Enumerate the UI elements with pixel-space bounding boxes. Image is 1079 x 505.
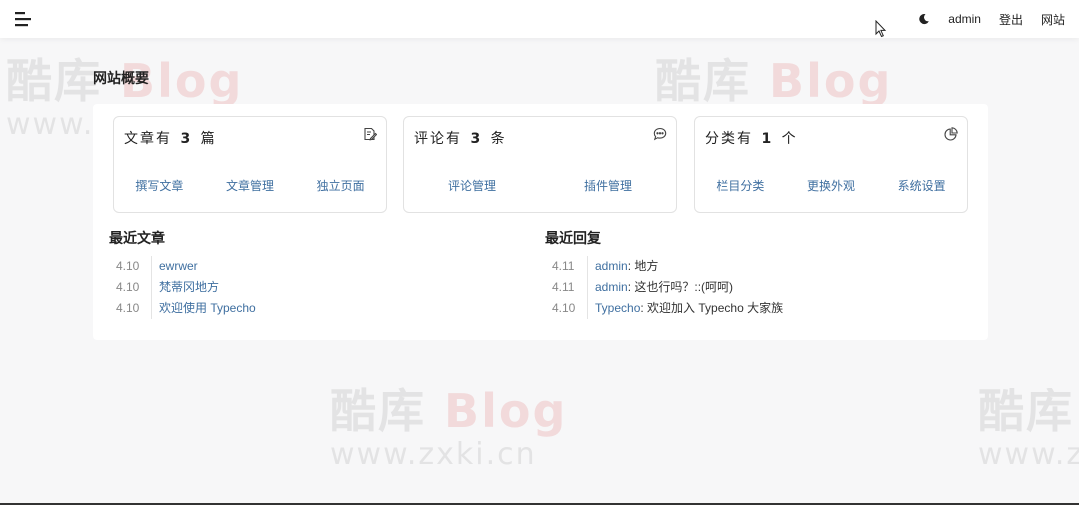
list-item: 4.10 梵蒂冈地方	[116, 277, 256, 298]
watermark: 酷库 Blog www.zxki.cn	[978, 388, 1079, 470]
manage-plugins-link[interactable]: 插件管理	[584, 177, 632, 194]
write-post-link[interactable]: 撰写文章	[135, 177, 183, 194]
stat-title: 评论有 3 条	[414, 131, 507, 147]
stat-card-posts: 文章有 3 篇 撰写文章 文章管理 独立页面	[113, 116, 387, 213]
categories-link[interactable]: 栏目分类	[716, 177, 764, 194]
post-title-link[interactable]: 梵蒂冈地方	[159, 277, 219, 298]
stat-links: 栏目分类 更换外观 系统设置	[695, 177, 967, 194]
stat-card-categories: 分类有 1 个 栏目分类 更换外观 系统设置	[694, 116, 968, 213]
settings-link[interactable]: 系统设置	[898, 177, 946, 194]
reply-date: 4.11	[552, 256, 588, 277]
post-date: 4.10	[116, 277, 152, 298]
stat-links: 评论管理 插件管理	[404, 177, 676, 194]
list-item: 4.10 欢迎使用 Typecho	[116, 298, 256, 319]
pie-chart-icon	[944, 127, 958, 141]
stat-title: 文章有 3 篇	[124, 131, 217, 147]
stat-card-comments: 评论有 3 条 评论管理 插件管理	[403, 116, 677, 213]
manage-posts-link[interactable]: 文章管理	[226, 177, 274, 194]
moon-icon[interactable]	[918, 13, 930, 25]
list-item: 4.10 ewrwer	[116, 256, 256, 277]
post-date: 4.10	[116, 298, 152, 319]
post-title-link[interactable]: 欢迎使用 Typecho	[159, 298, 256, 319]
recent-posts-title: 最近文章	[109, 230, 165, 246]
watermark: 酷库 Blog www.zxki.cn	[330, 384, 568, 472]
stat-count: 3	[180, 131, 193, 147]
recent-replies-list: 4.11 admin: 地方 4.11 admin: 这也行吗？::(呵呵) 4…	[552, 256, 783, 319]
top-right-menu: admin 登出 网站	[900, 0, 1065, 38]
mouse-cursor-icon	[875, 19, 887, 38]
hamburger-menu-icon[interactable]	[15, 11, 33, 27]
stat-count: 1	[761, 131, 774, 147]
reply-author-link[interactable]: admin	[595, 256, 628, 277]
reply-date: 4.10	[552, 298, 588, 319]
pages-link[interactable]: 独立页面	[317, 177, 365, 194]
reply-text: 地方	[634, 259, 659, 273]
list-item: 4.10 Typecho: 欢迎加入 Typecho 大家族	[552, 298, 783, 319]
post-date: 4.10	[116, 256, 152, 277]
edit-document-icon	[363, 127, 378, 141]
top-navbar: admin 登出 网站	[0, 0, 1079, 38]
reply-author-link[interactable]: Typecho	[595, 298, 640, 319]
stat-links: 撰写文章 文章管理 独立页面	[114, 177, 386, 194]
manage-comments-link[interactable]: 评论管理	[448, 177, 496, 194]
site-link[interactable]: 网站	[1041, 11, 1065, 28]
reply-date: 4.11	[552, 277, 588, 298]
logout-link[interactable]: 登出	[999, 11, 1023, 28]
user-link[interactable]: admin	[948, 12, 981, 26]
page-title: 网站概要	[93, 70, 149, 86]
post-title-link[interactable]: ewrwer	[159, 256, 198, 277]
list-item: 4.11 admin: 这也行吗？::(呵呵)	[552, 277, 783, 298]
comment-bubble-icon	[653, 127, 667, 141]
reply-text: 这也行吗？::(呵呵)	[634, 280, 734, 294]
list-item: 4.11 admin: 地方	[552, 256, 783, 277]
reply-author-link[interactable]: admin	[595, 277, 628, 298]
dashboard-panel: 文章有 3 篇 撰写文章 文章管理 独立页面 评论有 3 条 评论管理 插件管理…	[93, 104, 988, 340]
reply-text: 欢迎加入 Typecho 大家族	[647, 301, 784, 315]
stat-title: 分类有 1 个	[705, 131, 798, 147]
recent-posts-list: 4.10 ewrwer 4.10 梵蒂冈地方 4.10 欢迎使用 Typecho	[116, 256, 256, 319]
recent-replies-title: 最近回复	[545, 230, 601, 246]
stat-count: 3	[470, 131, 483, 147]
themes-link[interactable]: 更换外观	[807, 177, 855, 194]
